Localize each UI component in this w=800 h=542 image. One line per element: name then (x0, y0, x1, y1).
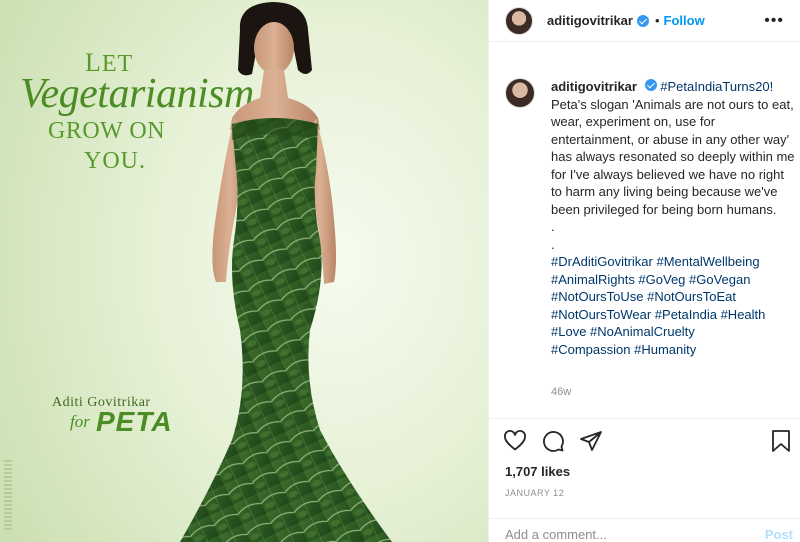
caption-username[interactable]: aditigovitrikar (551, 79, 637, 94)
separator-dot: • (654, 13, 660, 28)
poster-you-text: YOU. (84, 148, 146, 174)
hashtag-link[interactable]: #PetaIndiaTurns20! (660, 79, 773, 94)
more-options-icon[interactable]: ••• (764, 12, 784, 30)
caption-body: Peta's slogan 'Animals are not ours to e… (551, 96, 795, 217)
hashtag-line[interactable]: #AnimalRights #GoVeg #GoVegan (551, 271, 795, 289)
bookmark-icon[interactable] (769, 429, 793, 453)
caption-dot: . (551, 219, 555, 234)
hashtag-line[interactable]: #Love #NoAnimalCruelty (551, 323, 795, 341)
hashtag-line[interactable]: #Compassion #Humanity (551, 341, 795, 359)
poster-fineprint (4, 460, 12, 530)
post-header: aditigovitrikar • Follow ••• (489, 0, 800, 42)
avatar[interactable] (505, 6, 533, 35)
verified-badge-icon (644, 79, 657, 91)
poster-grow-text: GROW ON (48, 118, 166, 144)
comment-input[interactable] (505, 527, 735, 542)
model-in-leaf-dress-illustration (180, 2, 392, 542)
post-image[interactable]: LET Vegetarianism GROW ON YOU. Aditi Gov… (0, 0, 488, 542)
username-link[interactable]: aditigovitrikar (547, 13, 633, 28)
caption-dot: . (551, 236, 555, 252)
likes-count[interactable]: 1,707 likes (505, 464, 570, 479)
caption-text: aditigovitrikar #PetaIndiaTurns20! Peta'… (551, 78, 795, 358)
post-comment-button[interactable]: Post (765, 527, 793, 542)
hashtag-line[interactable]: #NotOursToUse #NotOursToEat (551, 288, 795, 306)
hashtag-line[interactable]: #DrAditiGovitrikar #MentalWellbeing (551, 253, 795, 271)
follow-button[interactable]: Follow (664, 13, 705, 28)
post-age: 46w (551, 386, 572, 398)
verified-badge-icon (636, 14, 649, 27)
post-date[interactable]: January 12 (505, 488, 564, 498)
post-caption-area: aditigovitrikar #PetaIndiaTurns20! Peta'… (505, 66, 795, 406)
post-panel: aditigovitrikar • Follow ••• aditigovitr… (488, 0, 800, 542)
caption-avatar[interactable] (505, 78, 535, 108)
hashtag-line[interactable]: #NotOursToWear #PetaIndia #Health (551, 306, 795, 324)
comment-icon[interactable] (541, 429, 565, 453)
heart-icon[interactable] (503, 429, 527, 453)
peta-logo: PETA (96, 406, 173, 437)
comment-box: Post (489, 518, 800, 542)
share-icon[interactable] (579, 429, 603, 453)
post-actions: 1,707 likes January 12 (489, 418, 800, 510)
poster-credit-for: for (70, 412, 90, 431)
